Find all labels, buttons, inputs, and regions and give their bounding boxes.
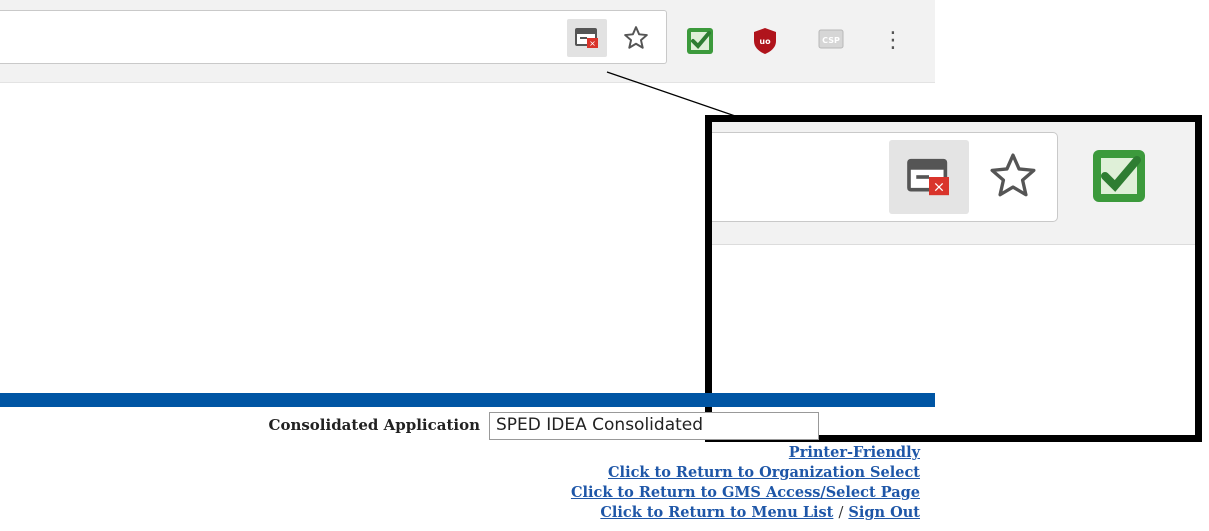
return-menu-list-link[interactable]: Click to Return to Menu List bbox=[600, 504, 833, 521]
tab-icon[interactable]: × bbox=[567, 19, 607, 57]
svg-text:×: × bbox=[589, 39, 596, 48]
svg-text:×: × bbox=[933, 180, 945, 196]
browser-toolbar: × uo CSP ⋮ bbox=[0, 0, 935, 83]
return-gms-access-link[interactable]: Click to Return to GMS Access/Select Pag… bbox=[571, 484, 920, 501]
page-header-bar bbox=[0, 393, 935, 407]
return-org-select-link[interactable]: Click to Return to Organization Select bbox=[608, 464, 920, 481]
star-icon bbox=[980, 143, 1046, 209]
checkmark-extension-icon[interactable] bbox=[683, 24, 717, 58]
inset-toolbar: × bbox=[712, 122, 1195, 245]
navigation-links: Printer-Friendly Click to Return to Orga… bbox=[571, 443, 920, 523]
tab-icon: × bbox=[889, 140, 969, 214]
link-separator: / bbox=[838, 505, 844, 521]
svg-text:uo: uo bbox=[759, 37, 771, 46]
inset-address-bar: × bbox=[712, 132, 1058, 222]
star-icon[interactable] bbox=[616, 19, 656, 57]
consolidated-application-select[interactable]: SPED IDEA Consolidated bbox=[489, 412, 819, 440]
address-bar[interactable]: × bbox=[0, 10, 667, 64]
sign-out-link[interactable]: Sign Out bbox=[848, 504, 920, 521]
consolidated-application-label: Consolidated Application bbox=[268, 416, 481, 434]
checkmark-extension-icon bbox=[1087, 144, 1151, 208]
menu-dots-icon[interactable]: ⋮ bbox=[876, 24, 910, 58]
ublock-icon[interactable]: uo bbox=[748, 24, 782, 58]
csp-extension-icon[interactable]: CSP bbox=[814, 24, 848, 58]
svg-text:CSP: CSP bbox=[822, 36, 840, 45]
printer-friendly-link[interactable]: Printer-Friendly bbox=[789, 444, 920, 461]
